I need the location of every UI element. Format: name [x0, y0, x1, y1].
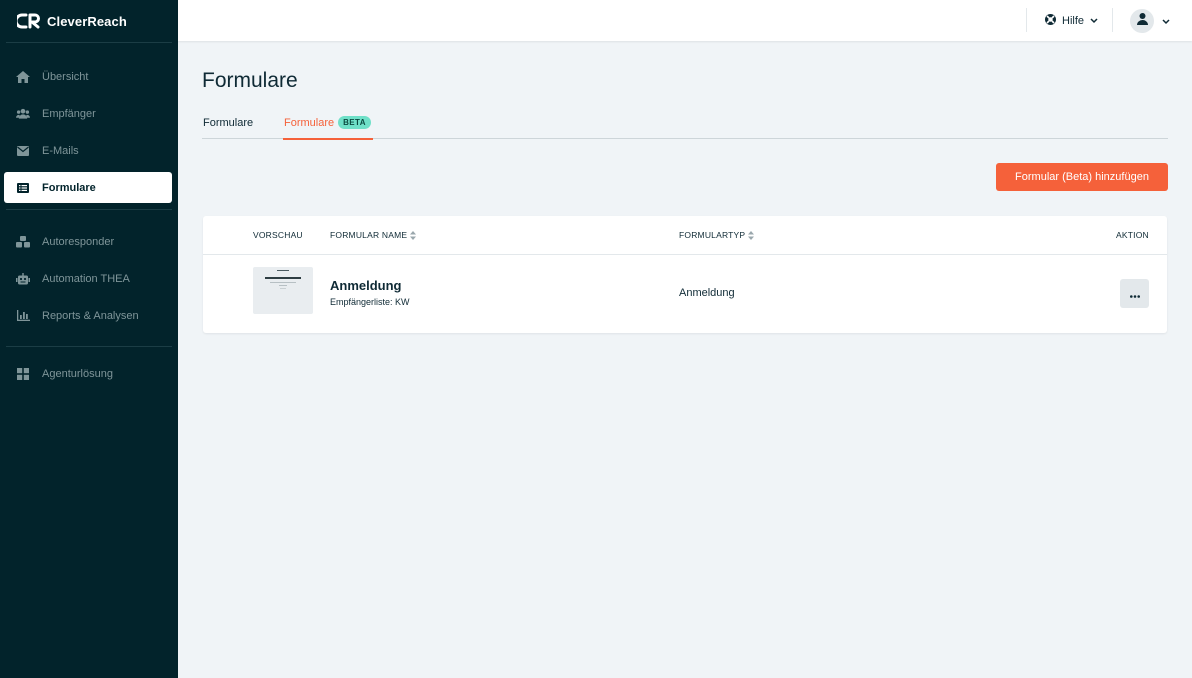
home-icon	[16, 70, 30, 84]
envelope-icon	[16, 144, 30, 158]
robot-icon	[16, 272, 30, 286]
table-row[interactable]: Anmeldung Empfängerliste: KW Anmeldung	[203, 255, 1167, 332]
grid-icon	[16, 367, 30, 381]
sidebar-item-label: Autoresponder	[42, 235, 115, 248]
sidebar-item-formulare[interactable]: Formulare	[4, 172, 172, 203]
tab-label: Formulare	[203, 117, 254, 129]
form-type: Anmeldung	[679, 287, 735, 299]
sidebar-item-empfaenger[interactable]: Empfänger	[4, 98, 172, 129]
sort-icon	[410, 230, 417, 240]
page-title: Formulare	[202, 69, 298, 92]
sidebar-item-label: Agenturlösung	[42, 367, 113, 380]
sidebar-item-label: Empfänger	[42, 107, 96, 120]
column-header-label: VORSCHAU	[253, 230, 303, 240]
topbar: Hilfe	[178, 0, 1192, 41]
column-header-label: AKTION	[1116, 230, 1149, 240]
ellipsis-icon	[1129, 286, 1140, 301]
cubes-icon	[16, 235, 30, 249]
user-menu-button[interactable]	[1130, 0, 1170, 41]
chevron-down-icon	[1162, 12, 1170, 30]
tab-formulare-beta[interactable]: Formulare BETA	[283, 112, 373, 140]
add-form-beta-button[interactable]: Formular (Beta) hinzufügen	[996, 163, 1168, 191]
sidebar-item-label: Reports & Analysen	[42, 309, 139, 322]
sidebar-item-label: Formulare	[42, 181, 96, 194]
column-header-preview: VORSCHAU	[253, 230, 303, 240]
tab-label: Formulare	[284, 117, 335, 129]
column-header-name[interactable]: FORMULAR NAME	[330, 230, 417, 240]
sidebar-nav-main: Übersicht Empfänger E-Mails Formulare	[0, 43, 178, 203]
sidebar-item-reports[interactable]: Reports & Analysen	[4, 300, 172, 331]
brand-name: CleverReach	[47, 13, 127, 29]
topbar-divider	[1026, 8, 1027, 32]
avatar	[1130, 8, 1154, 33]
sidebar-item-label: Automation THEA	[42, 272, 130, 285]
form-name[interactable]: Anmeldung	[330, 278, 402, 293]
sort-icon	[748, 230, 755, 240]
sidebar-nav-automation: Autoresponder Automation THEA Reports & …	[0, 210, 178, 346]
column-header-label: FORMULAR NAME	[330, 230, 408, 240]
table-header: VORSCHAU FORMULAR NAME FORMULARTYP AKTIO…	[203, 216, 1167, 255]
sidebar-item-emails[interactable]: E-Mails	[4, 135, 172, 166]
topbar-divider	[1112, 8, 1113, 32]
sidebar-item-automation-thea[interactable]: Automation THEA	[4, 263, 172, 294]
user-icon	[1136, 12, 1148, 30]
sidebar: CleverReach Übersicht Empfänger E-Mails	[0, 0, 178, 678]
forms-table: VORSCHAU FORMULAR NAME FORMULARTYP AKTIO…	[203, 216, 1167, 333]
chart-icon	[16, 309, 30, 323]
sidebar-item-label: E-Mails	[42, 144, 79, 157]
sidebar-item-autoresponder[interactable]: Autoresponder	[4, 226, 172, 257]
sidebar-nav-agency: Agenturlösung	[0, 347, 178, 389]
cleverreach-logo-icon	[17, 13, 41, 29]
form-preview-thumbnail[interactable]	[253, 267, 313, 314]
users-icon	[16, 107, 30, 121]
row-actions-button[interactable]	[1120, 279, 1149, 308]
beta-badge: BETA	[338, 116, 371, 129]
chevron-down-icon	[1090, 15, 1098, 27]
tab-bar: Formulare Formulare BETA	[202, 112, 1168, 140]
column-header-action: AKTION	[1116, 230, 1149, 240]
sidebar-item-uebersicht[interactable]: Übersicht	[4, 61, 172, 92]
tab-formulare[interactable]: Formulare	[202, 112, 254, 139]
sidebar-item-agenturloesung[interactable]: Agenturlösung	[4, 358, 172, 389]
lifebuoy-icon	[1045, 13, 1056, 28]
sidebar-item-label: Übersicht	[42, 70, 89, 83]
help-label: Hilfe	[1062, 14, 1085, 27]
help-menu-button[interactable]: Hilfe	[1045, 0, 1098, 41]
brand-logo-link[interactable]: CleverReach	[0, 0, 178, 42]
column-header-type[interactable]: FORMULARTYP	[679, 230, 755, 240]
list-icon	[16, 181, 30, 195]
column-header-label: FORMULARTYP	[679, 230, 746, 240]
form-recipient-list: Empfängerliste: KW	[330, 297, 410, 307]
